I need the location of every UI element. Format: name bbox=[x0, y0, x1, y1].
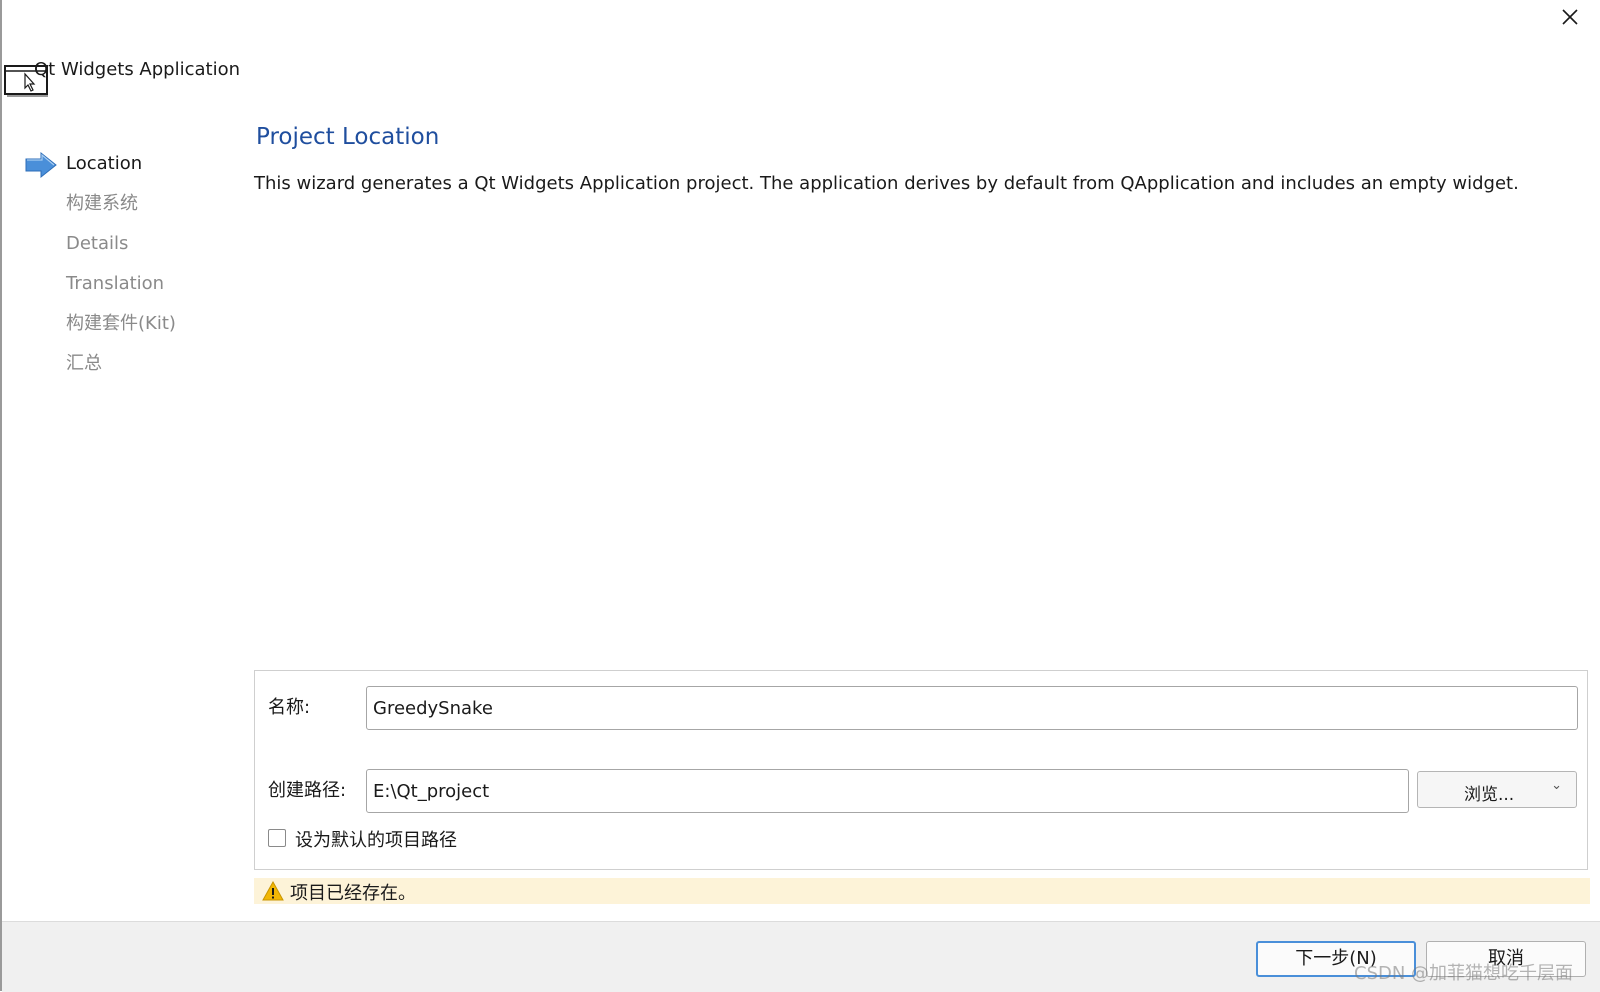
close-icon bbox=[1562, 9, 1578, 25]
step-build-system[interactable]: 构建系统 bbox=[24, 184, 234, 224]
step-details[interactable]: Details bbox=[24, 224, 234, 264]
step-location[interactable]: Location bbox=[24, 144, 234, 184]
step-label: 汇总 bbox=[66, 353, 102, 374]
step-label: Translation bbox=[66, 273, 165, 294]
warning-text: 项目已经存在。 bbox=[290, 883, 416, 904]
step-kit[interactable]: 构建套件(Kit) bbox=[24, 304, 234, 344]
name-label: 名称: bbox=[268, 697, 311, 718]
chevron-down-icon[interactable]: ⌄ bbox=[1551, 778, 1562, 793]
step-label: Location bbox=[66, 153, 143, 174]
project-path-input[interactable] bbox=[366, 769, 1409, 813]
project-name-input[interactable] bbox=[366, 686, 1578, 730]
arrow-right-icon bbox=[25, 151, 57, 179]
default-path-label[interactable]: 设为默认的项目路径 bbox=[295, 826, 457, 852]
warning-icon bbox=[262, 881, 284, 901]
browse-button[interactable]: 浏览... ⌄ bbox=[1417, 771, 1577, 808]
watermark: CSDN @加菲猫想吃千层面 bbox=[1354, 963, 1574, 984]
step-label: Details bbox=[66, 233, 129, 254]
step-label: 构建套件(Kit) bbox=[66, 313, 176, 334]
wizard-steps: Location 构建系统 Details Translation 构建套件(K… bbox=[24, 144, 234, 384]
default-path-checkbox[interactable] bbox=[268, 829, 286, 847]
window-left-border bbox=[0, 0, 2, 991]
path-label: 创建路径: bbox=[268, 780, 347, 801]
close-button[interactable] bbox=[1552, 2, 1588, 32]
step-translation[interactable]: Translation bbox=[24, 264, 234, 304]
page-description: This wizard generates a Qt Widgets Appli… bbox=[254, 173, 1519, 194]
page-title: Project Location bbox=[256, 124, 440, 150]
browse-label: 浏览... bbox=[1464, 785, 1515, 805]
warning-bar: 项目已经存在。 bbox=[254, 878, 1590, 904]
step-label: 构建系统 bbox=[66, 193, 138, 214]
step-summary[interactable]: 汇总 bbox=[24, 344, 234, 384]
window-title: Qt Widgets Application bbox=[34, 59, 241, 80]
